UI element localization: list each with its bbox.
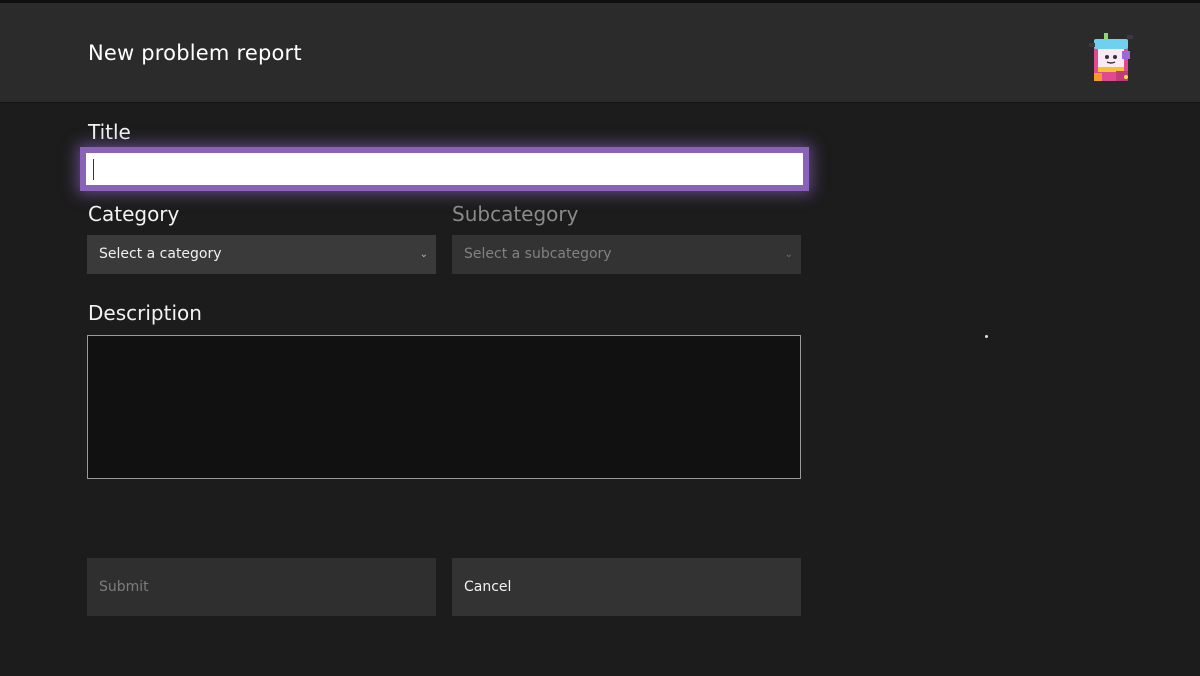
arcade-cabinet-avatar-icon[interactable] <box>1086 29 1138 85</box>
chevron-down-icon: ⌄ <box>784 249 793 260</box>
cancel-button[interactable]: Cancel <box>452 558 801 616</box>
text-caret <box>93 159 94 180</box>
category-label: Category <box>88 202 180 226</box>
header-bar: New problem report <box>0 0 1200 103</box>
subcategory-select[interactable]: Select a subcategory ⌄ <box>452 235 801 274</box>
title-input[interactable] <box>86 153 803 185</box>
cursor-dot <box>985 335 988 338</box>
category-select-value: Select a category <box>99 246 222 262</box>
submit-button[interactable]: Submit <box>87 558 436 616</box>
subcategory-label: Subcategory <box>452 202 579 226</box>
description-label: Description <box>88 301 202 325</box>
description-textarea[interactable] <box>87 335 801 479</box>
category-select[interactable]: Select a category ⌄ <box>87 235 436 274</box>
title-input-focus-ring <box>80 147 809 191</box>
subcategory-select-value: Select a subcategory <box>464 246 612 262</box>
chevron-down-icon: ⌄ <box>419 249 428 260</box>
page-title: New problem report <box>88 41 302 65</box>
problem-report-screen: New problem report Title Category Select… <box>0 0 1200 676</box>
title-label: Title <box>88 120 131 144</box>
